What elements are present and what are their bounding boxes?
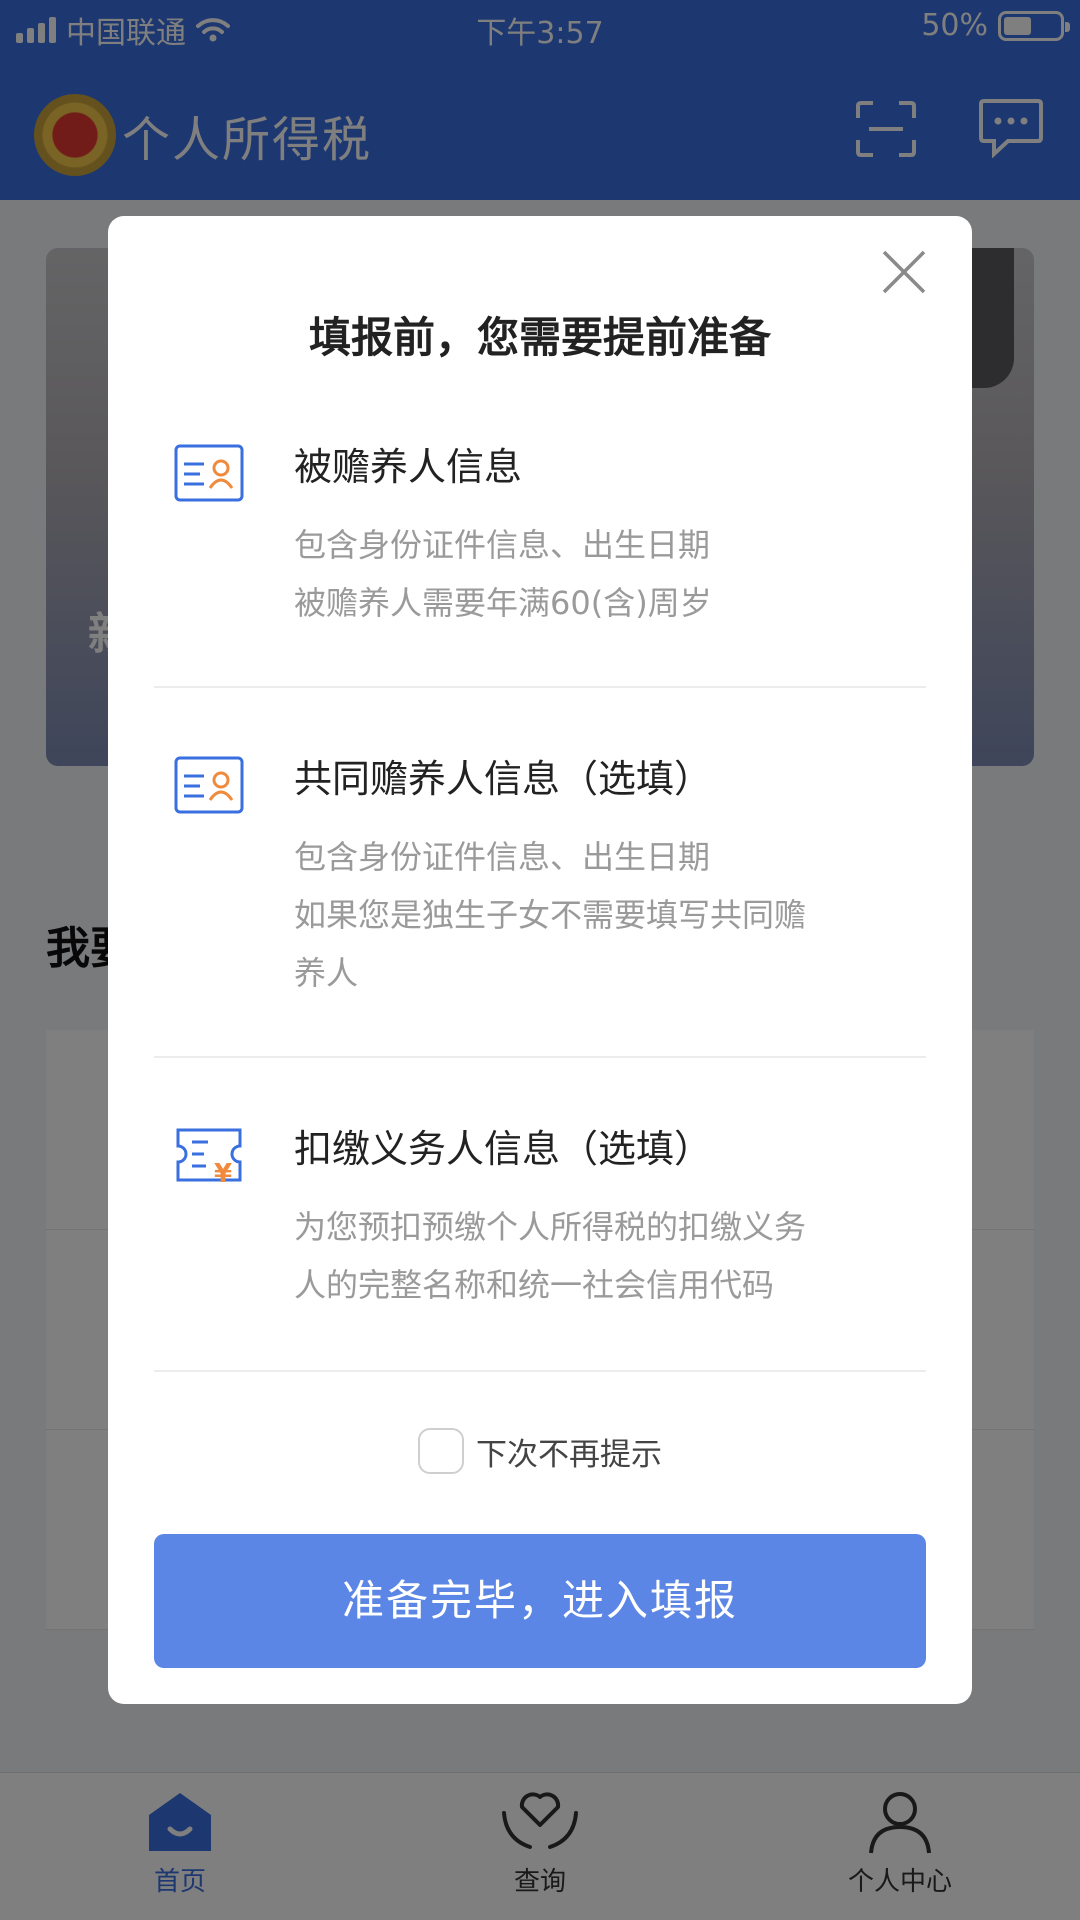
item-description: 包含身份证件信息、出生日期 被赡养人需要年满60(含)周岁: [294, 526, 712, 622]
divider: [154, 1370, 926, 1372]
item-description: 包含身份证件信息、出生日期 如果您是独生子女不需要填写共同赡 养人: [294, 838, 807, 992]
divider: [154, 1056, 926, 1058]
dont-remind-checkbox[interactable]: [418, 1428, 464, 1474]
id-card-icon: [174, 444, 244, 502]
item-heading: 扣缴义务人信息（选填）: [294, 1127, 713, 1171]
close-icon[interactable]: [878, 246, 930, 298]
svg-text:¥: ¥: [214, 1159, 232, 1184]
prep-item-dependent: 被赡养人信息 包含身份证件信息、出生日期 被赡养人需要年满60(含)周岁: [154, 436, 926, 622]
confirm-enter-button[interactable]: 准备完毕，进入填报: [154, 1534, 926, 1668]
dialog-title: 填报前，您需要提前准备: [308, 313, 771, 362]
prep-item-co-supporter: 共同赡养人信息（选填） 包含身份证件信息、出生日期 如果您是独生子女不需要填写共…: [154, 748, 926, 992]
dont-remind-label[interactable]: 下次不再提示: [476, 1429, 662, 1474]
item-description: 为您预扣预缴个人所得税的扣缴义务 人的完整名称和统一社会信用代码: [294, 1208, 807, 1304]
id-card-icon: [174, 756, 244, 814]
divider: [154, 686, 926, 688]
ticket-yuan-icon: ¥: [176, 1128, 242, 1184]
item-heading: 被赡养人信息: [294, 445, 523, 489]
prepare-dialog: 填报前，您需要提前准备 被赡养人信息 包含身份证件信息、出生日期 被赡养人需要年…: [108, 216, 972, 1704]
prep-item-withholding-agent: ¥ 扣缴义务人信息（选填） 为您预扣预缴个人所得税的扣缴义务 人的完整名称和统一…: [154, 1118, 926, 1304]
dont-remind-row[interactable]: 下次不再提示: [108, 1428, 972, 1474]
item-heading: 共同赡养人信息（选填）: [294, 757, 713, 801]
